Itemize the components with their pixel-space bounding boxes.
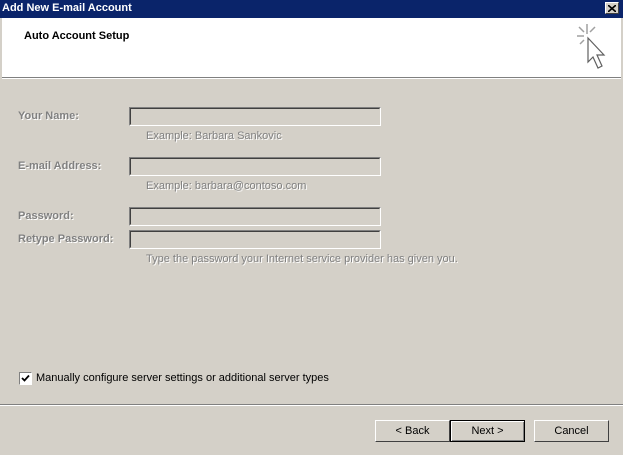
email-hint: Example: barbara@contoso.com	[146, 180, 307, 192]
page-heading: Auto Account Setup	[24, 30, 130, 42]
checkmark-icon	[21, 374, 30, 382]
name-hint: Example: Barbara Sankovic	[146, 130, 282, 142]
add-email-account-dialog: Add New E-mail Account Auto Account Setu…	[0, 0, 623, 455]
retype-password-label: Retype Password:	[18, 233, 114, 245]
cursor-sparkle-icon	[577, 24, 606, 69]
window-title: Add New E-mail Account	[2, 2, 132, 14]
footer-divider-highlight	[0, 405, 623, 406]
name-label: Your Name:	[18, 110, 79, 122]
password-label: Password:	[18, 210, 74, 222]
name-field[interactable]	[129, 107, 381, 126]
cancel-button[interactable]: Cancel	[534, 420, 609, 442]
header-divider	[2, 78, 621, 79]
back-button[interactable]: < Back	[375, 420, 450, 442]
password-hint: Type the password your Internet service …	[146, 253, 458, 265]
close-button[interactable]	[605, 2, 619, 14]
email-label: E-mail Address:	[18, 160, 102, 172]
manual-config-checkbox[interactable]	[19, 372, 32, 385]
email-field[interactable]	[129, 157, 381, 176]
retype-password-field[interactable]	[129, 230, 381, 249]
next-button[interactable]: Next >	[450, 420, 525, 442]
wizard-header: Auto Account Setup	[2, 18, 621, 78]
close-icon	[608, 4, 616, 12]
password-field[interactable]	[129, 207, 381, 226]
manual-config-label[interactable]: Manually configure server settings or ad…	[36, 372, 329, 384]
title-bar[interactable]: Add New E-mail Account	[0, 0, 623, 18]
